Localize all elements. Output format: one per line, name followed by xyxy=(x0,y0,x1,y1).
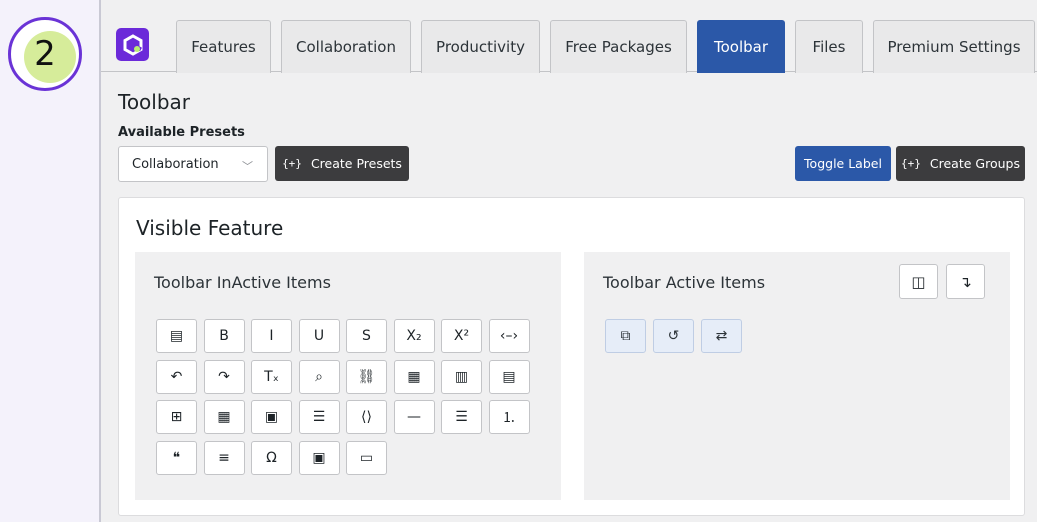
tab-free-packages[interactable]: Free Packages xyxy=(550,20,687,73)
inactive-items-box: Toolbar InActive Items ▤ B I U S X₂ X² ‹–› ↶ ↷ Tₓ ⌕… xyxy=(135,252,561,500)
special-characters-icon[interactable]: Ω xyxy=(251,440,292,475)
create-groups-label: Create Groups xyxy=(929,156,1020,171)
tab-toolbar[interactable]: Toolbar xyxy=(697,20,785,73)
cell-properties-icon[interactable]: ▣ xyxy=(251,400,292,434)
tab-bar: Features Collaboration Productivity Free… xyxy=(101,0,1037,73)
page-break-icon[interactable]: ▭ xyxy=(346,440,387,475)
superscript-icon[interactable]: X² xyxy=(441,319,482,353)
chevron-down-icon: ﹀ xyxy=(242,160,253,173)
arrow-down-icon[interactable]: ↴ xyxy=(946,264,985,299)
active-items-title: Toolbar Active Items xyxy=(603,273,766,292)
step-number: 2 xyxy=(34,34,56,74)
page-title: Toolbar xyxy=(118,90,191,114)
align-justify-box-icon[interactable]: ☰ xyxy=(298,400,340,434)
bold-icon[interactable]: B xyxy=(203,319,245,353)
track-changes-icon[interactable]: ⧉ xyxy=(605,319,646,353)
find-replace-icon[interactable]: ⌕ xyxy=(298,359,340,394)
table-properties-icon[interactable]: ▦ xyxy=(203,400,245,434)
code-icon[interactable]: ‹–› xyxy=(488,319,530,353)
visible-feature-card: Visible Feature Toolbar InActive Items ▤… xyxy=(118,197,1025,516)
table-icon[interactable]: ▦ xyxy=(393,359,435,394)
horizontal-line-icon[interactable]: — xyxy=(393,400,435,434)
tab-premium-settings[interactable]: Premium Settings xyxy=(873,20,1035,73)
create-groups-button[interactable]: {+} Create Groups xyxy=(896,146,1025,181)
blockquote-icon[interactable]: ❝ xyxy=(156,440,197,475)
columns-icon[interactable]: ◫ xyxy=(899,264,938,299)
toggle-label-button[interactable]: Toggle Label xyxy=(795,146,891,181)
plus-box-icon: {+} xyxy=(901,157,921,170)
remove-format-icon[interactable]: Tₓ xyxy=(251,359,292,394)
subscript-icon[interactable]: X₂ xyxy=(393,319,435,353)
underline-icon[interactable]: U xyxy=(298,319,340,353)
app-logo-icon xyxy=(116,28,149,61)
settings-panel: Features Collaboration Productivity Free… xyxy=(101,0,1037,522)
tab-features[interactable]: Features xyxy=(176,20,271,73)
redo-icon[interactable]: ↷ xyxy=(203,359,245,394)
italic-icon[interactable]: I xyxy=(251,319,292,353)
undo-icon[interactable]: ↶ xyxy=(156,359,197,394)
step-badge: 2 xyxy=(8,17,82,91)
revision-history-icon[interactable]: ↺ xyxy=(653,319,694,353)
plus-box-icon: {+} xyxy=(282,157,302,170)
active-items-box: Toolbar Active Items ◫ ↴ ⧉ ↺ ⇄ xyxy=(584,252,1010,500)
presets-label: Available Presets xyxy=(118,125,245,140)
create-presets-label: Create Presets xyxy=(310,156,402,171)
source-edit-icon[interactable]: ⟨⟩ xyxy=(346,400,387,434)
presets-selected-value: Collaboration xyxy=(132,156,219,172)
create-presets-button[interactable]: {+} Create Presets xyxy=(275,146,409,181)
numbered-list-icon[interactable]: ⒈ xyxy=(488,400,530,434)
table-merge-icon[interactable]: ⊞ xyxy=(156,400,197,434)
table-row-icon[interactable]: ▤ xyxy=(488,359,530,394)
comment-icon[interactable]: ▤ xyxy=(156,319,197,353)
tab-productivity[interactable]: Productivity xyxy=(421,20,540,73)
inactive-items-title: Toolbar InActive Items xyxy=(154,273,331,292)
table-column-icon[interactable]: ▥ xyxy=(441,359,482,394)
align-center-icon[interactable]: ≡ xyxy=(203,440,245,475)
tab-collaboration[interactable]: Collaboration xyxy=(281,20,411,73)
compare-icon[interactable]: ⇄ xyxy=(701,319,742,353)
bulleted-list-icon[interactable]: ☰ xyxy=(441,400,482,434)
link-icon[interactable]: ⛓ xyxy=(346,359,387,394)
image-icon[interactable]: ▣ xyxy=(298,440,340,475)
strikethrough-icon[interactable]: S xyxy=(346,319,387,353)
card-title: Visible Feature xyxy=(136,216,284,240)
tab-files[interactable]: Files xyxy=(795,20,863,73)
presets-select[interactable]: Collaboration ﹀ xyxy=(118,146,268,182)
